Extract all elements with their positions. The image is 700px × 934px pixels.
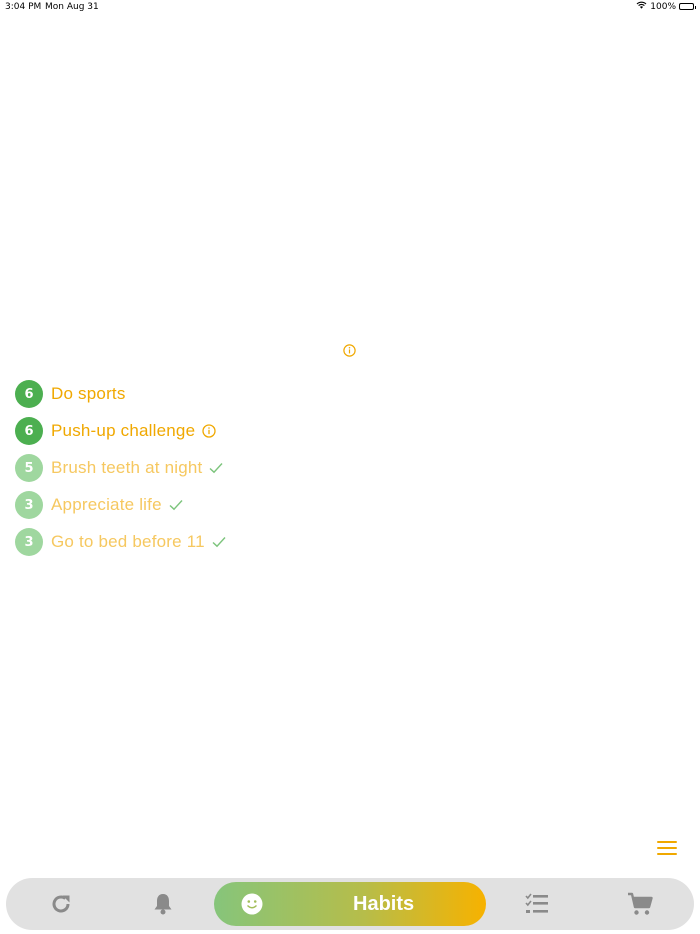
tasks-tab[interactable]: [514, 878, 560, 930]
notifications-tab[interactable]: [140, 878, 186, 930]
status-indicators: 100%: [636, 1, 696, 12]
info-icon[interactable]: [202, 424, 217, 439]
habit-label: Do sports: [51, 384, 126, 403]
habit-item[interactable]: 6 Push-up challenge: [15, 417, 227, 445]
habits-tab-label: Habits: [353, 893, 415, 915]
check-icon: [209, 461, 224, 476]
status-date: Mon Aug 31: [45, 2, 99, 12]
smile-icon: [241, 893, 263, 919]
habit-list: 6 Do sports 6 Push-up challenge 5 Brush teeth…: [15, 380, 227, 565]
status-time: 3:04 PM: [5, 2, 42, 12]
battery-icon: [679, 3, 696, 10]
habit-item[interactable]: 3 Appreciate life: [15, 491, 227, 519]
battery-percent: 100%: [650, 1, 676, 12]
habit-count-badge: 3: [15, 528, 43, 556]
habit-count-badge: 5: [15, 454, 43, 482]
page: 3:04 PM Mon Aug 31 100% 6 Do sports 6 Push-…: [0, 0, 700, 934]
habit-count-badge: 6: [15, 380, 43, 408]
habit-count-badge: 6: [15, 417, 43, 445]
check-icon: [212, 535, 227, 550]
info-icon[interactable]: [343, 342, 356, 357]
habit-label: Go to bed before 11: [51, 532, 205, 551]
cart-icon: [627, 892, 653, 916]
habits-tab[interactable]: Habits: [214, 882, 486, 926]
habit-label: Appreciate life: [51, 495, 162, 514]
check-icon: [169, 498, 184, 513]
habit-item[interactable]: 6 Do sports: [15, 380, 227, 408]
habit-count-badge: 3: [15, 491, 43, 519]
habit-item[interactable]: 3 Go to bed before 11: [15, 528, 227, 556]
checklist-icon: [525, 893, 549, 915]
habit-item[interactable]: 5 Brush teeth at night: [15, 454, 227, 482]
bell-icon: [152, 892, 174, 916]
habit-label: Push-up challenge: [51, 421, 196, 440]
wifi-icon: [636, 1, 647, 12]
status-bar: 3:04 PM Mon Aug 31 100%: [0, 0, 700, 14]
habit-label: Brush teeth at night: [51, 458, 203, 477]
cart-tab[interactable]: [617, 878, 663, 930]
tab-bar: Habits: [6, 878, 694, 930]
refresh-tab[interactable]: [38, 878, 84, 930]
refresh-icon: [49, 892, 73, 916]
menu-icon[interactable]: [657, 840, 679, 856]
